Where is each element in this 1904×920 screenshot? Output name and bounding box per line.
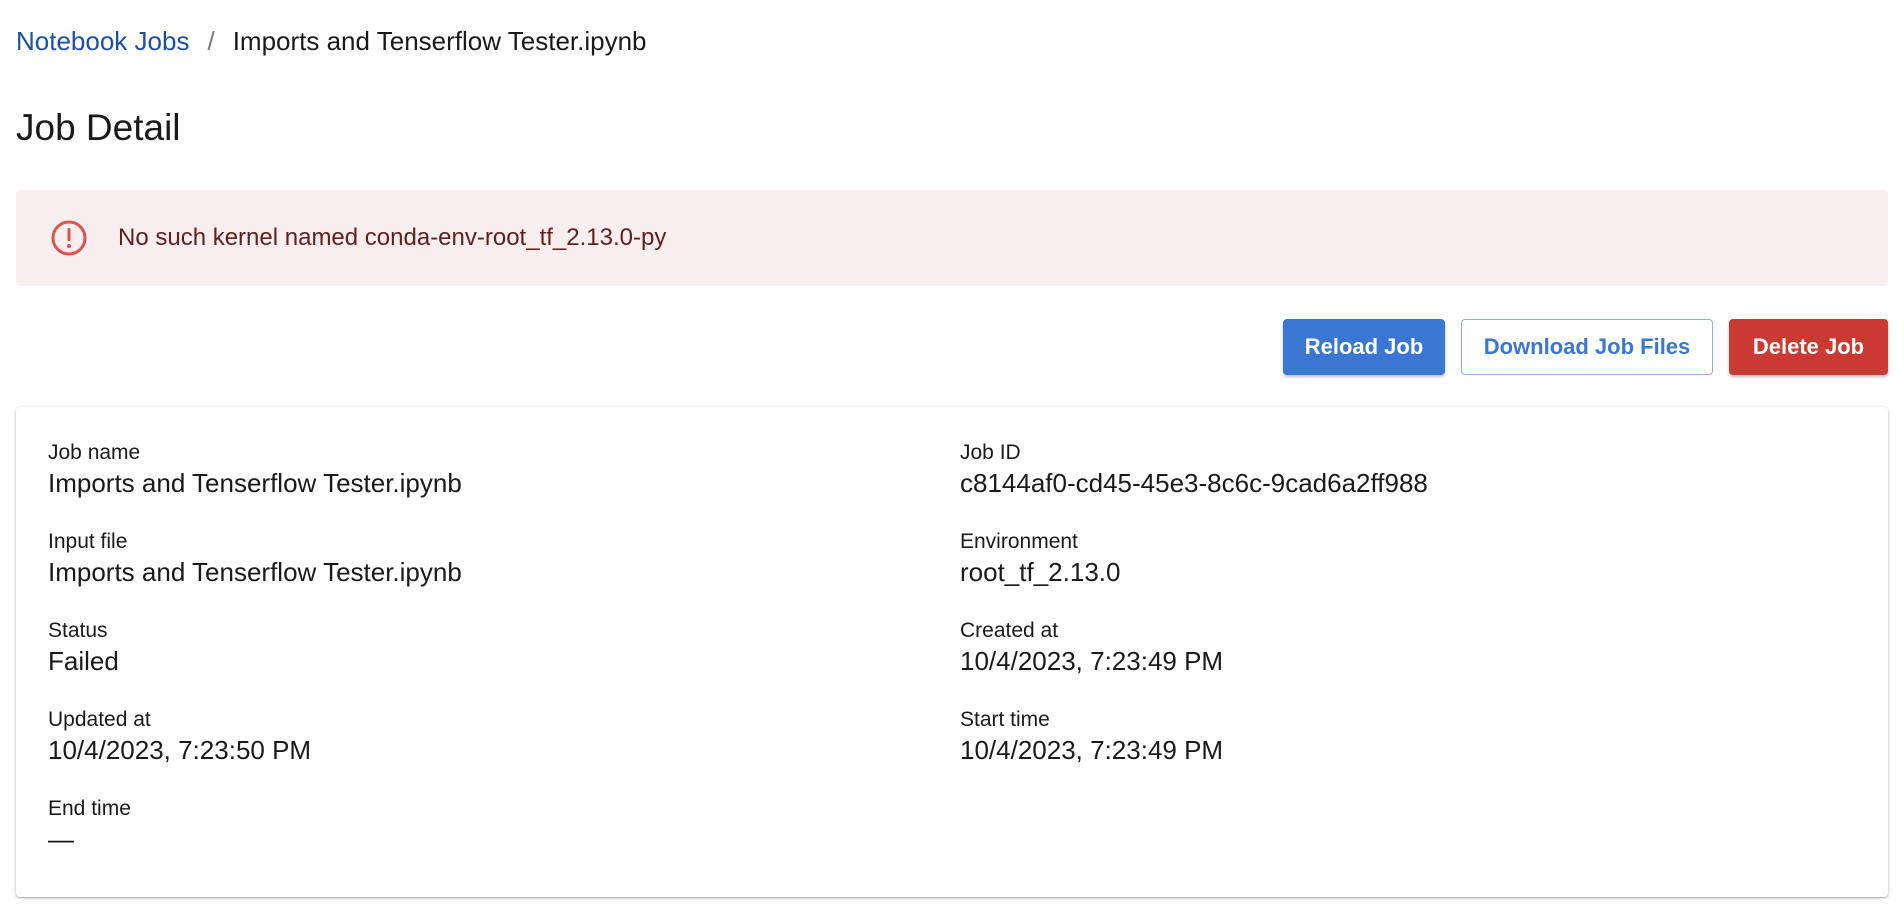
field-label: Job name (48, 441, 141, 464)
job-details-card: Job name Imports and Tenserflow Tester.i… (16, 407, 1888, 897)
breadcrumb-separator: / (207, 25, 215, 56)
field-label: Start time (960, 708, 1050, 731)
alert-message: No such kernel named conda-env-root_tf_2… (118, 224, 667, 251)
error-outline-icon (50, 219, 88, 257)
field-label: Updated at (48, 708, 151, 731)
breadcrumb-notebook-jobs-link[interactable]: Notebook Jobs (16, 26, 189, 57)
field-job-id: Job ID c8144af0-cd45-45e3-8c6c-9cad6a2ff… (960, 439, 1856, 528)
field-value: c8144af0-cd45-45e3-8c6c-9cad6a2ff988 (960, 468, 1428, 498)
field-environment: Environment root_tf_2.13.0 (960, 528, 1856, 617)
field-status: Status Failed (48, 617, 960, 706)
reload-job-button[interactable]: Reload Job (1283, 319, 1445, 375)
field-label: Environment (960, 530, 1078, 553)
download-job-files-button[interactable]: Download Job Files (1461, 319, 1713, 375)
delete-job-button[interactable]: Delete Job (1729, 319, 1888, 375)
field-value: — (48, 824, 74, 854)
breadcrumb-current: Imports and Tenserflow Tester.ipynb (232, 25, 647, 56)
field-label: Job ID (960, 441, 1021, 464)
field-label: End time (48, 797, 131, 820)
page-title: Job Detail (16, 107, 181, 148)
field-job-name: Job name Imports and Tenserflow Tester.i… (48, 439, 960, 528)
field-created-at: Created at 10/4/2023, 7:23:49 PM (960, 617, 1856, 706)
field-label: Input file (48, 530, 128, 553)
field-updated-at: Updated at 10/4/2023, 7:23:50 PM (48, 706, 960, 795)
field-value: 10/4/2023, 7:23:49 PM (960, 735, 1224, 765)
field-label: Status (48, 619, 108, 642)
status-value: Failed (48, 646, 119, 676)
field-end-time: End time — (48, 795, 960, 884)
job-details-grid: Job name Imports and Tenserflow Tester.i… (48, 439, 1856, 884)
breadcrumb: Notebook Jobs / Imports and Tenserflow T… (16, 20, 1888, 62)
field-label: Created at (960, 619, 1059, 642)
error-alert: No such kernel named conda-env-root_tf_2… (16, 190, 1888, 286)
field-value: Imports and Tenserflow Tester.ipynb (48, 468, 462, 498)
field-value: root_tf_2.13.0 (960, 557, 1121, 587)
field-input-file: Input file Imports and Tenserflow Tester… (48, 528, 960, 617)
job-actions: Reload Job Download Job Files Delete Job (16, 319, 1888, 375)
job-detail-page: Notebook Jobs / Imports and Tenserflow T… (0, 0, 1904, 920)
field-value: 10/4/2023, 7:23:50 PM (48, 735, 312, 765)
field-value: 10/4/2023, 7:23:49 PM (960, 646, 1224, 676)
field-start-time: Start time 10/4/2023, 7:23:49 PM (960, 706, 1856, 795)
field-value: Imports and Tenserflow Tester.ipynb (48, 557, 462, 587)
